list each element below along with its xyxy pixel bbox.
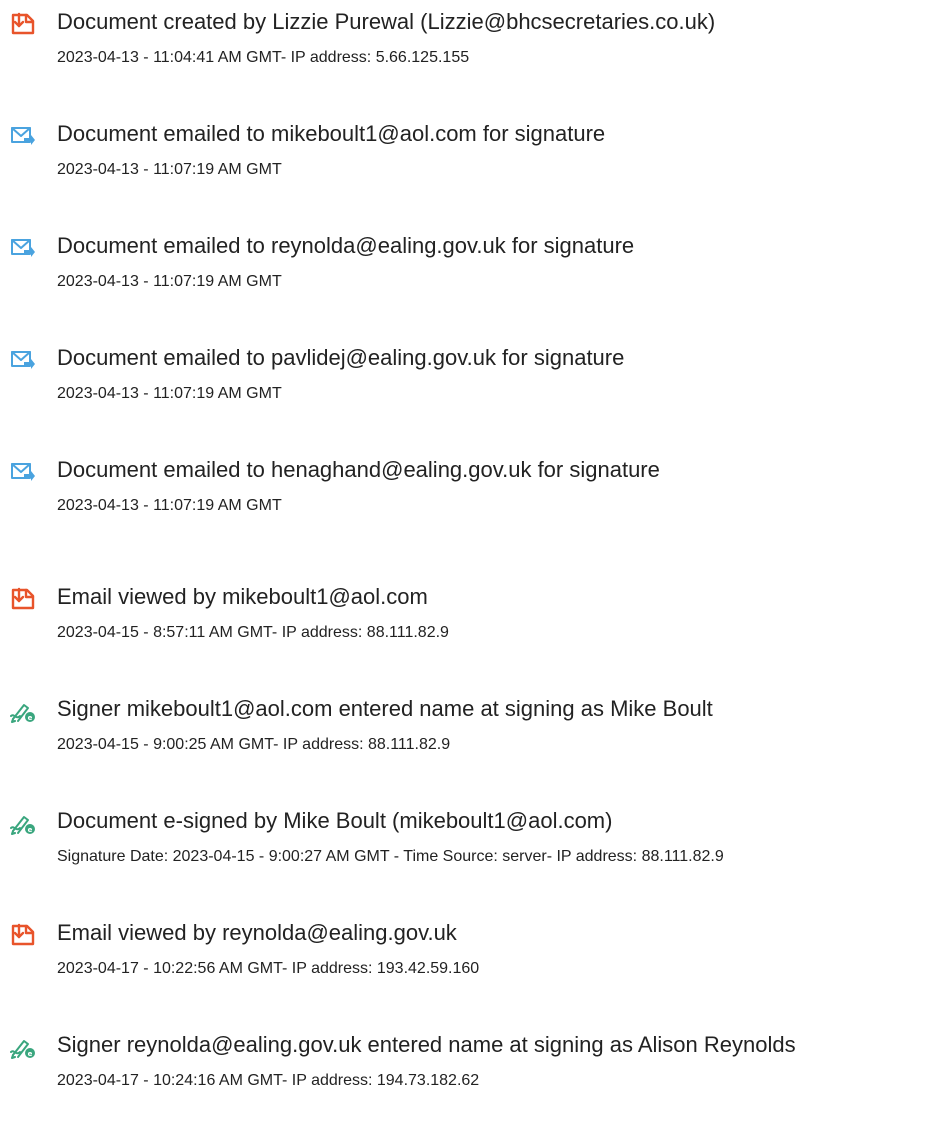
email-sent-icon xyxy=(10,236,36,260)
signature-pen-icon: e xyxy=(10,811,36,835)
audit-event: Document emailed to pavlidej@ealing.gov.… xyxy=(0,336,951,436)
event-timestamp: 2023-04-13 - 11:07:19 AM GMT xyxy=(57,161,282,178)
audit-event: Document created by Lizzie Purewal (Lizz… xyxy=(0,0,951,100)
email-sent-icon xyxy=(10,124,36,148)
event-timestamp: 2023-04-15 - 8:57:11 AM GMT- IP address:… xyxy=(57,624,449,641)
event-title: Document e-signed by Mike Boult (mikebou… xyxy=(57,808,613,833)
email-sent-icon xyxy=(10,348,36,372)
event-timestamp: 2023-04-15 - 9:00:25 AM GMT- IP address:… xyxy=(57,736,451,753)
audit-event: e Signer mikeboult1@aol.com entered name… xyxy=(0,687,951,787)
audit-event: Document emailed to henaghand@ealing.gov… xyxy=(0,448,951,548)
event-title: Document emailed to reynolda@ealing.gov.… xyxy=(57,233,635,258)
event-title: Signer reynolda@ealing.gov.uk entered na… xyxy=(57,1032,796,1057)
document-icon xyxy=(10,12,36,36)
event-title: Document emailed to mikeboult1@aol.com f… xyxy=(57,121,606,146)
event-timestamp: 2023-04-13 - 11:07:19 AM GMT xyxy=(57,273,282,290)
svg-text:e: e xyxy=(28,714,33,722)
event-timestamp: 2023-04-17 - 10:22:56 AM GMT- IP address… xyxy=(57,960,480,977)
audit-event: Email viewed by reynolda@ealing.gov.uk 2… xyxy=(0,911,951,1011)
audit-event: Document emailed to mikeboult1@aol.com f… xyxy=(0,112,951,212)
event-title: Email viewed by mikeboult1@aol.com xyxy=(57,584,428,609)
event-title: Document created by Lizzie Purewal (Lizz… xyxy=(57,9,716,34)
event-title: Email viewed by reynolda@ealing.gov.uk xyxy=(57,920,457,945)
document-icon xyxy=(10,923,36,947)
email-sent-icon xyxy=(10,460,36,484)
svg-text:e: e xyxy=(28,1050,33,1058)
audit-event: Document emailed to reynolda@ealing.gov.… xyxy=(0,224,951,324)
document-icon xyxy=(10,587,36,611)
audit-event: e Document e-signed by Mike Boult (mikeb… xyxy=(0,799,951,899)
signature-pen-icon: e xyxy=(10,1035,36,1059)
event-timestamp: 2023-04-17 - 10:24:16 AM GMT- IP address… xyxy=(57,1072,480,1089)
event-title: Signer mikeboult1@aol.com entered name a… xyxy=(57,696,713,721)
event-title: Document emailed to henaghand@ealing.gov… xyxy=(57,457,660,482)
svg-text:e: e xyxy=(28,826,33,834)
event-timestamp: 2023-04-13 - 11:04:41 AM GMT- IP address… xyxy=(57,49,470,66)
event-timestamp: 2023-04-13 - 11:07:19 AM GMT xyxy=(57,497,282,514)
signature-pen-icon: e xyxy=(10,699,36,723)
audit-event: Email viewed by mikeboult1@aol.com 2023-… xyxy=(0,575,951,675)
audit-event: e Signer reynolda@ealing.gov.uk entered … xyxy=(0,1023,951,1123)
event-timestamp: Signature Date: 2023-04-15 - 9:00:27 AM … xyxy=(57,848,724,865)
event-timestamp: 2023-04-13 - 11:07:19 AM GMT xyxy=(57,385,282,402)
event-title: Document emailed to pavlidej@ealing.gov.… xyxy=(57,345,625,370)
